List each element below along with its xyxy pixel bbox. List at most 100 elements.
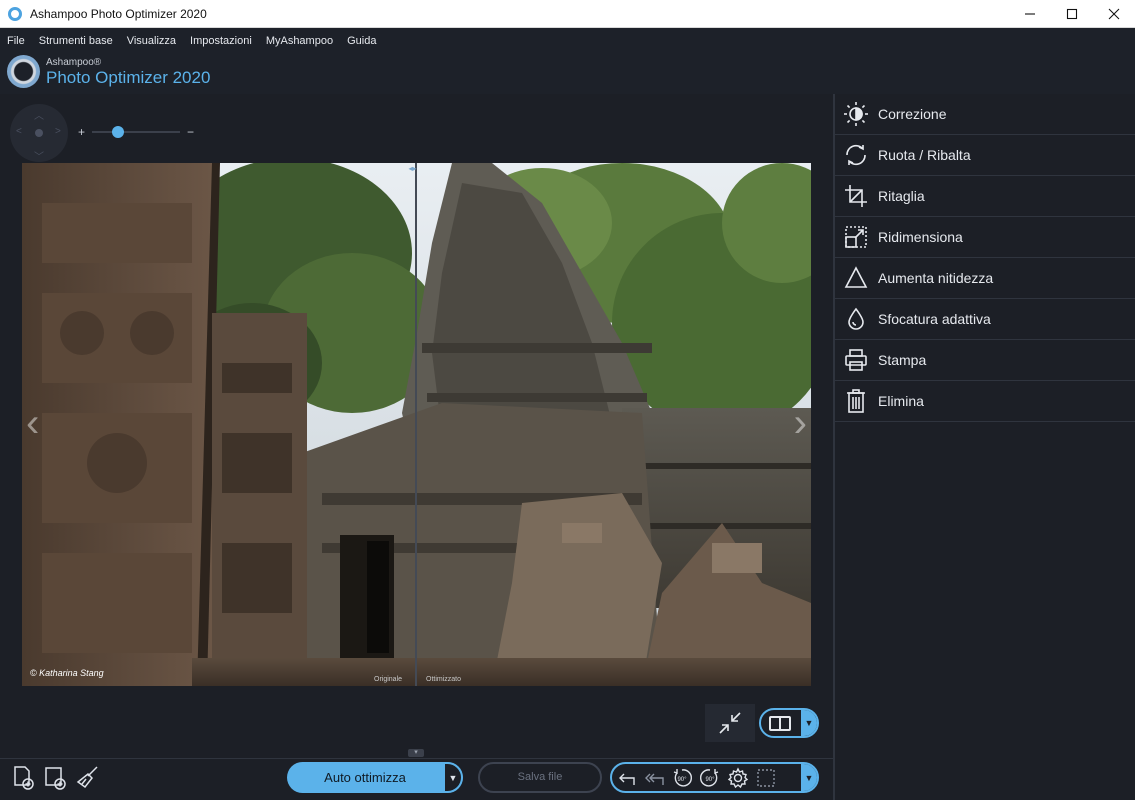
panel-item-ruota-ribalta[interactable]: Ruota / Ribalta — [835, 135, 1135, 176]
undo-button[interactable] — [612, 764, 640, 791]
settings-button[interactable] — [724, 764, 752, 791]
clear-list-button[interactable] — [72, 763, 104, 793]
auto-optimize-dropdown-icon[interactable]: ▼ — [443, 762, 463, 793]
menu-bar: File Strumenti base Visualizza Impostazi… — [0, 32, 383, 50]
fit-to-window-button[interactable] — [705, 704, 755, 742]
next-image-button[interactable]: › — [794, 403, 807, 443]
menu-file[interactable]: File — [0, 32, 32, 50]
file-tools — [8, 763, 104, 793]
bottom-toolbar: Auto ottimizza ▼ Salva file 90° 90° ▼ — [0, 758, 833, 800]
rotate-left-button[interactable]: 90° — [668, 764, 696, 791]
panel-label-elimina: Elimina — [878, 393, 924, 409]
select-area-button[interactable] — [752, 764, 780, 791]
pan-right-icon: > — [55, 126, 61, 137]
window-title: Ashampoo Photo Optimizer 2020 — [30, 6, 207, 21]
zoom-in-label[interactable]: + — [78, 125, 85, 139]
panel-item-ridimensiona[interactable]: Ridimensiona — [835, 217, 1135, 258]
trash-icon — [835, 381, 877, 421]
zoom-out-label[interactable]: − — [187, 125, 194, 139]
app-header: File Strumenti base Visualizza Impostazi… — [0, 28, 1135, 94]
maximize-icon — [1066, 8, 1078, 20]
rotate-right-button[interactable]: 90° — [696, 764, 724, 791]
panel-label-aumenta-nitidezza: Aumenta nitidezza — [878, 270, 994, 286]
add-file-button[interactable] — [8, 763, 40, 793]
panel-label-ridimensiona: Ridimensiona — [878, 229, 963, 245]
resize-icon — [835, 217, 877, 257]
broom-icon — [76, 766, 98, 789]
add-folder-button[interactable] — [40, 763, 72, 793]
pan-down-icon: ﹀ — [34, 152, 44, 163]
menu-visualizza[interactable]: Visualizza — [120, 32, 183, 50]
minimize-button[interactable] — [1009, 0, 1051, 28]
brand-text: Ashampoo® Photo Optimizer 2020 — [46, 57, 210, 87]
close-button[interactable] — [1093, 0, 1135, 28]
blur-drop-icon — [835, 299, 877, 339]
rotate-icon — [835, 135, 877, 175]
previous-image-button[interactable]: ‹ — [26, 403, 39, 443]
minimize-icon — [1025, 13, 1035, 15]
pan-left-icon: < — [16, 126, 22, 137]
add-file-icon — [14, 766, 34, 790]
undo-all-icon — [645, 773, 664, 785]
edit-actions-group: 90° 90° ▼ — [610, 762, 819, 793]
pan-up-icon: ︿ — [34, 111, 44, 122]
pan-center-icon — [35, 129, 43, 137]
split-handle-icon[interactable]: ◂▸ — [409, 164, 417, 173]
panel-item-stampa[interactable]: Stampa — [835, 340, 1135, 381]
gear-icon — [727, 766, 749, 788]
app-icon — [8, 6, 22, 21]
dashed-selection-icon — [757, 768, 775, 787]
menu-impostazioni[interactable]: Impostazioni — [183, 32, 259, 50]
auto-optimize-label[interactable]: Auto ottimizza — [287, 762, 443, 793]
compare-view-button[interactable]: ▼ — [759, 708, 819, 738]
panel-label-stampa: Stampa — [878, 352, 927, 368]
panel-label-ruota-ribalta: Ruota / Ribalta — [878, 147, 971, 163]
brand-company: Ashampoo® — [46, 56, 102, 68]
zoom-slider[interactable]: + − — [78, 125, 194, 139]
split-view-icon — [769, 716, 791, 731]
panel-item-elimina[interactable]: Elimina — [835, 381, 1135, 422]
menu-guida[interactable]: Guida — [340, 32, 383, 50]
brand-logo-icon — [7, 55, 40, 88]
panel-item-ritaglia[interactable]: Ritaglia — [835, 176, 1135, 217]
close-icon — [1108, 8, 1120, 20]
panel-item-correzione[interactable]: Correzione — [835, 94, 1135, 135]
panel-item-aumenta-nitidezza[interactable]: Aumenta nitidezza — [835, 258, 1135, 299]
panel-item-sfocatura-adattiva[interactable]: Sfocatura adattiva — [835, 299, 1135, 340]
rotate-right-icon: 90° — [699, 768, 719, 787]
sharpen-icon — [835, 258, 877, 298]
panel-label-correzione: Correzione — [878, 106, 947, 122]
zoom-track[interactable] — [92, 131, 180, 133]
photo-preview[interactable]: ◂▸ ‹ › © Katharina Stang Originale Ottim… — [22, 163, 811, 686]
label-original: Originale — [374, 676, 403, 683]
add-images-icon — [45, 767, 66, 790]
temple-photo — [22, 163, 811, 686]
zoom-knob[interactable] — [112, 126, 125, 138]
edit-dropdown-arrow-icon[interactable]: ▼ — [801, 764, 817, 791]
pan-navigator[interactable]: ︿ ﹀ < > — [10, 104, 68, 163]
brightness-icon — [835, 94, 877, 134]
rotate-left-icon: 90° — [673, 768, 693, 787]
viewer-area: ︿ ﹀ < > + − ◂▸ ‹ › © Katharina Stang Ori… — [0, 94, 833, 758]
undo-all-button[interactable] — [640, 764, 668, 791]
auto-optimize-button[interactable]: Auto ottimizza ▼ — [287, 762, 463, 793]
menu-myashampoo[interactable]: MyAshampoo — [259, 32, 340, 50]
title-bar: Ashampoo Photo Optimizer 2020 — [0, 0, 1135, 28]
rotate-right-degrees: 90° — [705, 777, 715, 783]
photo-credit: © Katharina Stang — [30, 668, 104, 678]
maximize-button[interactable] — [1051, 0, 1093, 28]
crop-icon — [835, 176, 877, 216]
menu-strumenti-base[interactable]: Strumenti base — [32, 32, 120, 50]
tray-toggle-button[interactable]: ▾ — [408, 749, 424, 757]
brand-product: Photo Optimizer 2020 — [46, 67, 211, 87]
rotate-left-degrees: 90° — [677, 777, 687, 783]
tools-panel: Correzione Ruota / Ribalta Ritaglia Ridi… — [835, 94, 1135, 800]
label-optimized: Ottimizzato — [426, 676, 462, 683]
save-file-button[interactable]: Salva file — [478, 762, 602, 793]
collapse-arrows-icon — [719, 712, 741, 734]
view-dropdown-arrow-icon[interactable]: ▼ — [801, 710, 817, 736]
window-controls — [1009, 0, 1135, 28]
panel-label-ritaglia: Ritaglia — [878, 188, 925, 204]
panel-label-sfocatura-adattiva: Sfocatura adattiva — [878, 311, 991, 327]
compare-split-line[interactable] — [414, 163, 417, 686]
